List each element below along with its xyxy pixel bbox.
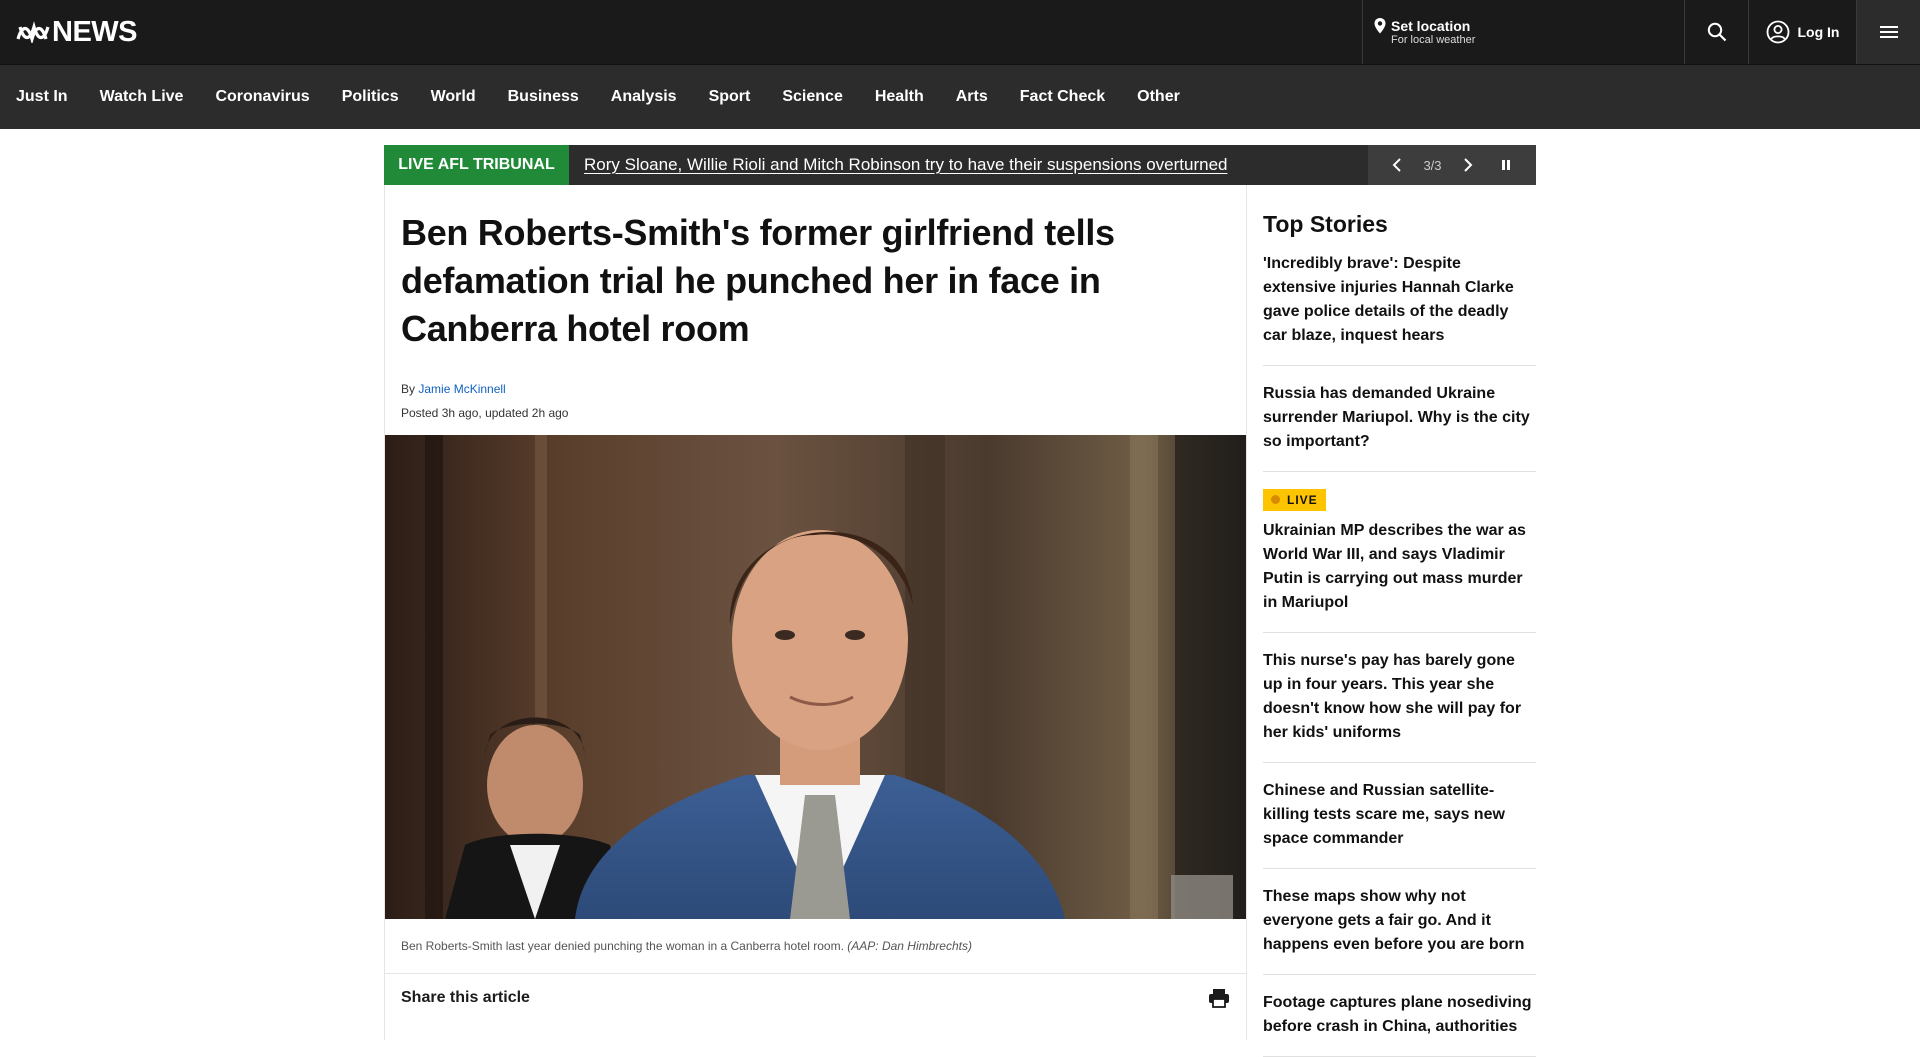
ticker-next-button[interactable] — [1455, 152, 1481, 178]
nav-item-business[interactable]: Business — [508, 88, 579, 106]
byline: By Jamie McKinnell Posted 3h ago, update… — [385, 353, 1246, 425]
chevron-left-icon — [1393, 158, 1402, 172]
hamburger-menu-icon — [1879, 26, 1898, 38]
byline-prefix: By — [401, 382, 416, 396]
top-bar: NEWS Set location For local weather Log … — [0, 0, 1920, 64]
ticker-controls: 3/3 — [1368, 145, 1536, 185]
author-link[interactable]: Jamie McKinnell — [418, 382, 505, 396]
nav-item-watch-live[interactable]: Watch Live — [100, 88, 184, 106]
posted-timestamp: Posted 3h ago, updated 2h ago — [401, 406, 569, 420]
pause-icon — [1502, 160, 1511, 170]
login-label: Log In — [1797, 24, 1840, 40]
ticker-tag[interactable]: LIVE AFL TRIBUNAL — [384, 145, 569, 185]
ticker-pause-button[interactable] — [1493, 152, 1519, 178]
hero-photo-illustration — [385, 435, 1246, 919]
brand: NEWS — [0, 0, 1362, 64]
live-ticker: LIVE AFL TRIBUNAL Rory Sloane, Willie Ri… — [384, 145, 1536, 185]
top-story-item[interactable]: Russia has demanded Ukraine surrender Ma… — [1263, 366, 1536, 472]
user-account-icon — [1766, 20, 1789, 44]
search-button[interactable] — [1684, 0, 1748, 64]
ticker-headline-link[interactable]: Rory Sloane, Willie Rioli and Mitch Robi… — [584, 155, 1227, 175]
nav-item-fact-check[interactable]: Fact Check — [1020, 88, 1105, 106]
top-story-item[interactable]: Chinese and Russian satellite-killing te… — [1263, 763, 1536, 869]
top-stories-sidebar: Top Stories 'Incredibly brave': Despite … — [1263, 185, 1536, 1057]
set-location-button[interactable]: Set location For local weather — [1362, 0, 1684, 64]
chevron-right-icon — [1463, 158, 1472, 172]
print-icon[interactable] — [1208, 988, 1230, 1008]
ticker-prev-button[interactable] — [1384, 152, 1410, 178]
ticker-headline[interactable]: Rory Sloane, Willie Rioli and Mitch Robi… — [569, 145, 1368, 185]
nav-item-analysis[interactable]: Analysis — [611, 88, 677, 106]
ticker-count: 3/3 — [1423, 157, 1442, 173]
image-caption: Ben Roberts-Smith last year denied punch… — [385, 919, 1246, 974]
top-story-item[interactable]: Footage captures plane nosediving before… — [1263, 975, 1536, 1057]
nav-item-other[interactable]: Other — [1137, 88, 1180, 106]
brand-wordmark[interactable]: NEWS — [52, 16, 138, 49]
menu-button[interactable] — [1856, 0, 1920, 64]
top-stories-title: Top Stories — [1263, 211, 1388, 237]
main-nav: Just In Watch Live Coronavirus Politics … — [0, 64, 1920, 129]
article-headline: Ben Roberts-Smith's former girlfriend te… — [401, 212, 1115, 349]
top-story-item[interactable]: 'Incredibly brave': Despite extensive in… — [1263, 238, 1536, 366]
top-story-item[interactable]: These maps show why not everyone gets a … — [1263, 869, 1536, 975]
top-story-item[interactable]: This nurse's pay has barely gone up in f… — [1263, 633, 1536, 763]
location-pin-icon — [1374, 18, 1386, 34]
hero-image — [385, 435, 1246, 919]
caption-text: Ben Roberts-Smith last year denied punch… — [401, 939, 844, 953]
share-bar: Share this article — [385, 974, 1246, 1008]
top-story-headline[interactable]: Ukrainian MP describes the war as World … — [1263, 519, 1536, 615]
search-icon — [1707, 22, 1726, 42]
top-story-item-live[interactable]: LIVE Ukrainian MP describes the war as W… — [1263, 472, 1536, 633]
nav-item-sport[interactable]: Sport — [709, 88, 751, 106]
abc-logo-icon[interactable] — [16, 21, 50, 43]
live-badge-label: LIVE — [1287, 492, 1318, 507]
login-button[interactable]: Log In — [1748, 0, 1856, 64]
nav-item-coronavirus[interactable]: Coronavirus — [215, 88, 309, 106]
live-dot-icon — [1271, 495, 1280, 504]
caption-credit: (AAP: Dan Himbrechts) — [847, 939, 972, 953]
nav-item-just-in[interactable]: Just In — [16, 88, 68, 106]
live-badge: LIVE — [1263, 488, 1326, 511]
nav-item-politics[interactable]: Politics — [342, 88, 399, 106]
nav-item-science[interactable]: Science — [782, 88, 842, 106]
location-subtitle: For local weather — [1391, 33, 1476, 46]
location-title: Set location — [1391, 17, 1471, 34]
nav-item-health[interactable]: Health — [875, 88, 924, 106]
share-label[interactable]: Share this article — [401, 989, 530, 1007]
nav-item-arts[interactable]: Arts — [956, 88, 988, 106]
nav-item-world[interactable]: World — [431, 88, 476, 106]
article: Ben Roberts-Smith's former girlfriend te… — [384, 185, 1247, 1040]
